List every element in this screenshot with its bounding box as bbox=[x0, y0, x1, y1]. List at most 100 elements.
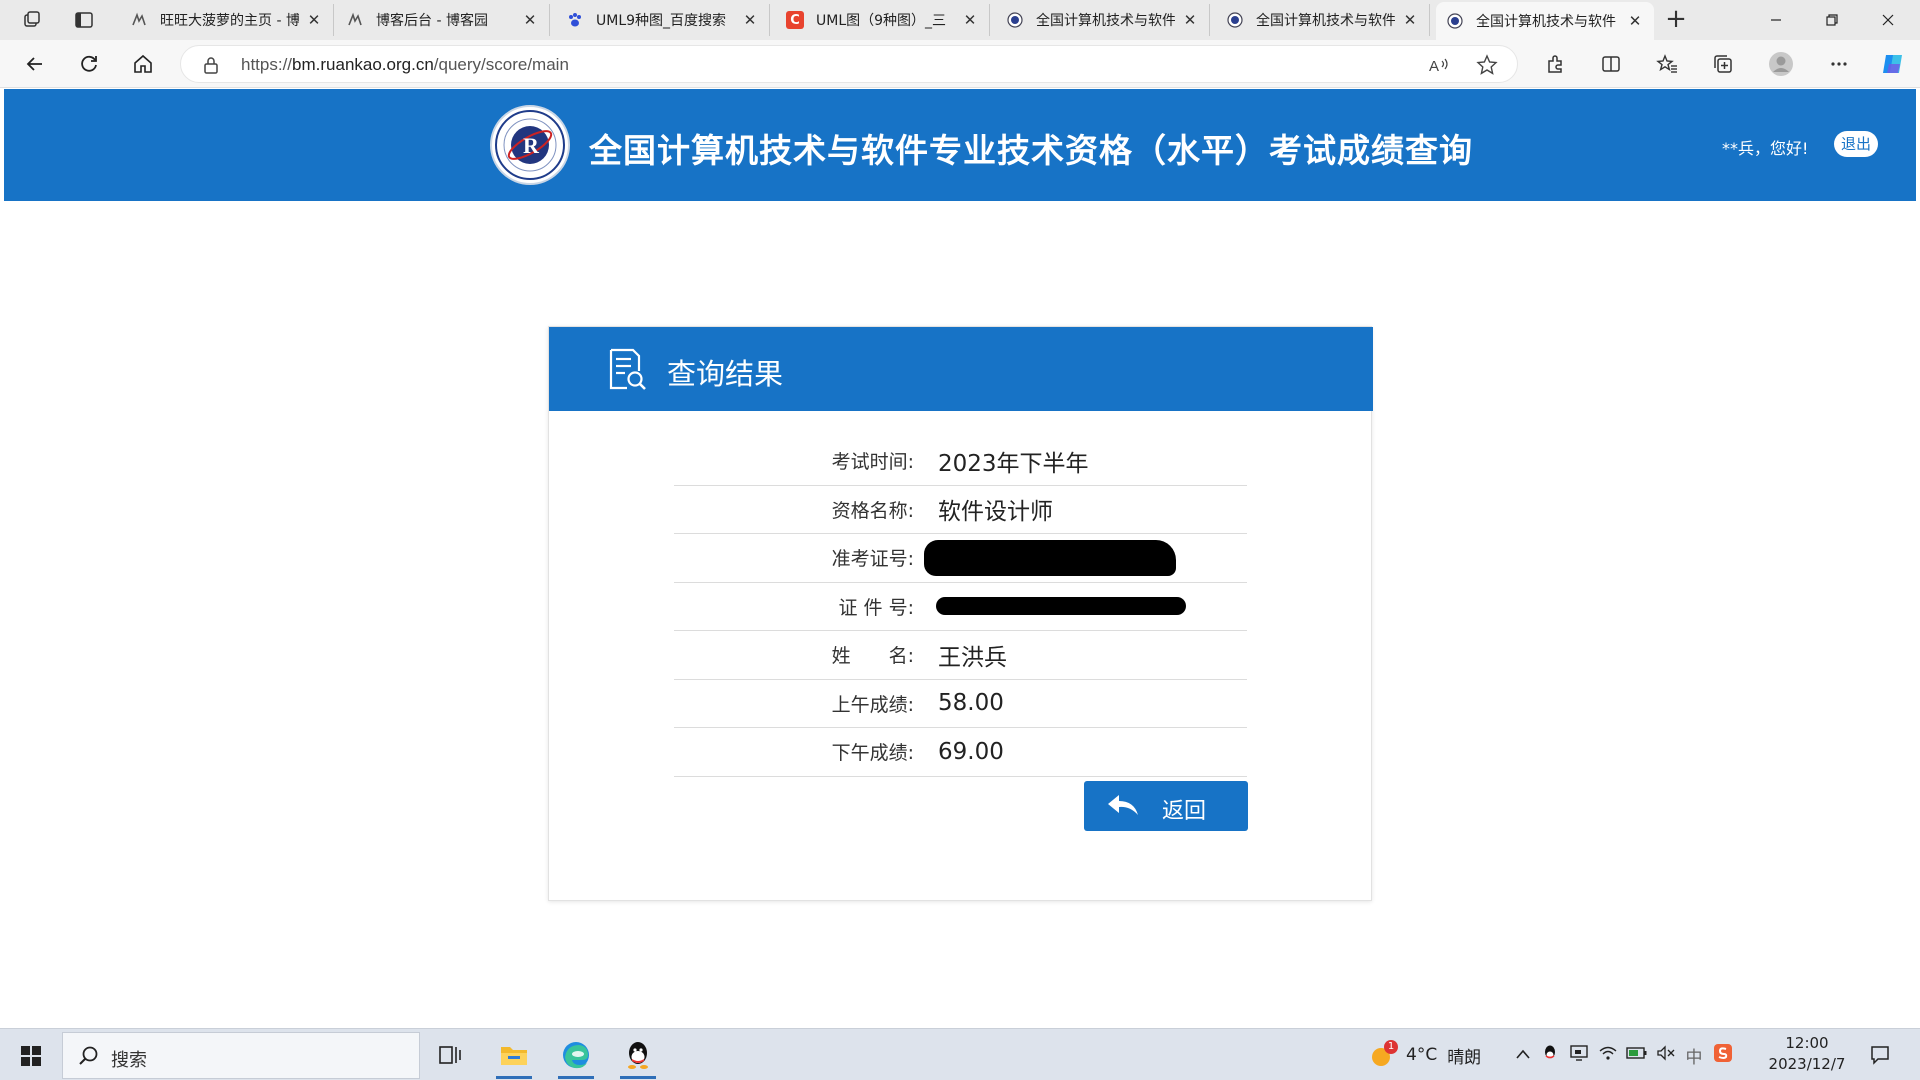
site-title: 全国计算机技术与软件专业技术资格（水平）考试成绩查询 bbox=[589, 131, 1473, 170]
tab-2[interactable]: 博客后台 - 博客园 ✕ bbox=[336, 4, 550, 36]
tab-3[interactable]: UML9种图_百度搜索 ✕ bbox=[556, 4, 770, 36]
ruankao-logo: R bbox=[490, 105, 570, 185]
result-row-qualification: 资格名称: 软件设计师 bbox=[674, 486, 1247, 534]
ruankao-icon bbox=[1226, 11, 1244, 29]
lock-icon[interactable] bbox=[203, 56, 219, 78]
close-icon[interactable]: ✕ bbox=[961, 11, 979, 29]
logout-button[interactable]: 退出 bbox=[1834, 131, 1878, 157]
row-label: 证 件 号: bbox=[838, 596, 914, 619]
row-label: 准考证号: bbox=[831, 548, 914, 571]
close-icon[interactable]: ✕ bbox=[1401, 11, 1419, 29]
back-button-label: 返回 bbox=[1162, 799, 1207, 824]
read-aloud-icon[interactable]: A bbox=[1427, 54, 1451, 76]
search-icon bbox=[77, 1045, 99, 1071]
weather-widget[interactable]: 1 4°C 晴朗 bbox=[1368, 1029, 1481, 1080]
baidu-paw-icon bbox=[566, 11, 584, 29]
windows-start-icon[interactable] bbox=[8, 1037, 54, 1075]
result-row-id-number: 证 件 号: bbox=[674, 583, 1247, 631]
system-clock[interactable]: 12:00 2023/12/7 bbox=[1762, 1033, 1852, 1075]
close-icon[interactable]: ✕ bbox=[1626, 12, 1644, 30]
refresh-icon[interactable] bbox=[72, 48, 106, 80]
redaction-mark bbox=[936, 596, 1186, 615]
restore-button[interactable] bbox=[1804, 0, 1860, 40]
back-button[interactable]: 返回 bbox=[1084, 781, 1248, 831]
split-screen-icon[interactable] bbox=[1594, 48, 1628, 80]
document-search-icon bbox=[605, 347, 649, 395]
extensions-icon[interactable] bbox=[1538, 48, 1572, 80]
tab-title: 全国计算机技术与软件 bbox=[1256, 13, 1395, 29]
wifi-icon[interactable] bbox=[1594, 1045, 1622, 1066]
tab-1[interactable]: 旺旺大菠萝的主页 - 博 ✕ bbox=[120, 4, 334, 36]
svg-text:A: A bbox=[1429, 58, 1439, 74]
cnblogs-icon bbox=[130, 11, 148, 29]
notification-center-icon[interactable] bbox=[1854, 1031, 1906, 1079]
reply-arrow-icon bbox=[1106, 793, 1140, 823]
weather-sun-icon: 1 bbox=[1368, 1040, 1398, 1070]
volume-muted-icon[interactable] bbox=[1652, 1044, 1680, 1066]
battery-icon[interactable] bbox=[1622, 1045, 1652, 1065]
qq-tray-icon[interactable] bbox=[1536, 1044, 1564, 1067]
row-value: 软件设计师 bbox=[938, 499, 1053, 526]
ruankao-icon bbox=[1446, 12, 1464, 30]
display-icon[interactable] bbox=[1564, 1044, 1594, 1067]
sogou-ime-icon[interactable] bbox=[1708, 1043, 1738, 1068]
row-label: 姓 名: bbox=[831, 645, 914, 668]
svg-text:R: R bbox=[523, 133, 540, 158]
copilot-icon[interactable] bbox=[1876, 48, 1910, 80]
weather-temp: 4°C bbox=[1406, 1045, 1438, 1065]
tab-title: 全国计算机技术与软件 bbox=[1036, 13, 1175, 29]
result-row-name: 姓 名: 王洪兵 bbox=[674, 631, 1247, 680]
collections-icon[interactable] bbox=[1706, 48, 1740, 80]
profile-avatar-icon[interactable] bbox=[1764, 48, 1798, 80]
close-window-button[interactable] bbox=[1860, 0, 1916, 40]
address-bar[interactable]: https://bm.ruankao.org.cn/query/score/ma… bbox=[180, 45, 1518, 83]
favorites-icon[interactable] bbox=[1650, 48, 1684, 80]
taskbar-search-box[interactable]: 搜索 bbox=[62, 1032, 420, 1079]
tab-5[interactable]: 全国计算机技术与软件 ✕ bbox=[996, 4, 1210, 36]
new-tab-button[interactable]: + bbox=[1660, 6, 1692, 34]
user-greeting: **兵，您好! bbox=[1722, 139, 1809, 158]
url-text[interactable]: https://bm.ruankao.org.cn/query/score/ma… bbox=[241, 55, 569, 75]
ime-indicator[interactable]: 中 bbox=[1680, 1043, 1708, 1068]
row-label: 考试时间: bbox=[831, 451, 914, 474]
edge-browser-icon[interactable] bbox=[550, 1031, 602, 1079]
search-placeholder: 搜索 bbox=[111, 1050, 147, 1071]
row-label: 资格名称: bbox=[831, 499, 914, 522]
result-row-morning-score: 上午成绩: 58.00 bbox=[674, 680, 1247, 728]
minimize-button[interactable] bbox=[1748, 0, 1804, 40]
tab-4[interactable]: C UML图（9种图）_三 ✕ bbox=[776, 4, 990, 36]
clock-date: 2023/12/7 bbox=[1768, 1055, 1846, 1073]
home-icon[interactable] bbox=[126, 48, 160, 80]
workspaces-icon[interactable] bbox=[16, 6, 48, 34]
close-icon[interactable]: ✕ bbox=[1181, 11, 1199, 29]
browser-toolbar: https://bm.ruankao.org.cn/query/score/ma… bbox=[0, 40, 1920, 88]
close-icon[interactable]: ✕ bbox=[741, 11, 759, 29]
weather-alert-badge: 1 bbox=[1384, 1040, 1398, 1054]
task-view-icon[interactable] bbox=[424, 1031, 476, 1079]
row-value: 69.00 bbox=[938, 738, 1004, 765]
tab-title: 旺旺大菠萝的主页 - 博 bbox=[160, 13, 299, 29]
favorite-star-icon[interactable] bbox=[1475, 54, 1499, 76]
tab-actions-icon[interactable] bbox=[68, 6, 100, 34]
result-card-header: 查询结果 bbox=[549, 327, 1373, 411]
cnblogs-icon bbox=[346, 11, 364, 29]
result-title: 查询结果 bbox=[667, 357, 784, 391]
more-menu-icon[interactable] bbox=[1822, 48, 1856, 80]
tab-title: 全国计算机技术与软件 bbox=[1476, 14, 1616, 30]
redaction-mark bbox=[924, 540, 1176, 576]
close-icon[interactable]: ✕ bbox=[521, 11, 539, 29]
close-icon[interactable]: ✕ bbox=[305, 11, 323, 29]
back-icon[interactable] bbox=[18, 48, 52, 80]
result-table: 考试时间: 2023年下半年 资格名称: 软件设计师 准考证号: 证 件 号: … bbox=[674, 437, 1247, 777]
chevron-up-icon[interactable] bbox=[1510, 1045, 1536, 1065]
system-tray: 中 bbox=[1510, 1029, 1738, 1080]
qq-app-icon[interactable] bbox=[612, 1031, 664, 1079]
row-value: 58.00 bbox=[938, 690, 1004, 717]
browser-tab-strip: 旺旺大菠萝的主页 - 博 ✕ 博客后台 - 博客园 ✕ UML9种图_百度搜索 … bbox=[0, 0, 1920, 40]
tab-7-active[interactable]: 全国计算机技术与软件 ✕ bbox=[1436, 2, 1654, 40]
file-explorer-icon[interactable] bbox=[488, 1031, 540, 1079]
weather-condition: 晴朗 bbox=[1447, 1047, 1482, 1068]
result-row-admission-number: 准考证号: bbox=[674, 534, 1247, 583]
tab-6[interactable]: 全国计算机技术与软件 ✕ bbox=[1216, 4, 1430, 36]
clock-time: 12:00 bbox=[1785, 1034, 1829, 1052]
